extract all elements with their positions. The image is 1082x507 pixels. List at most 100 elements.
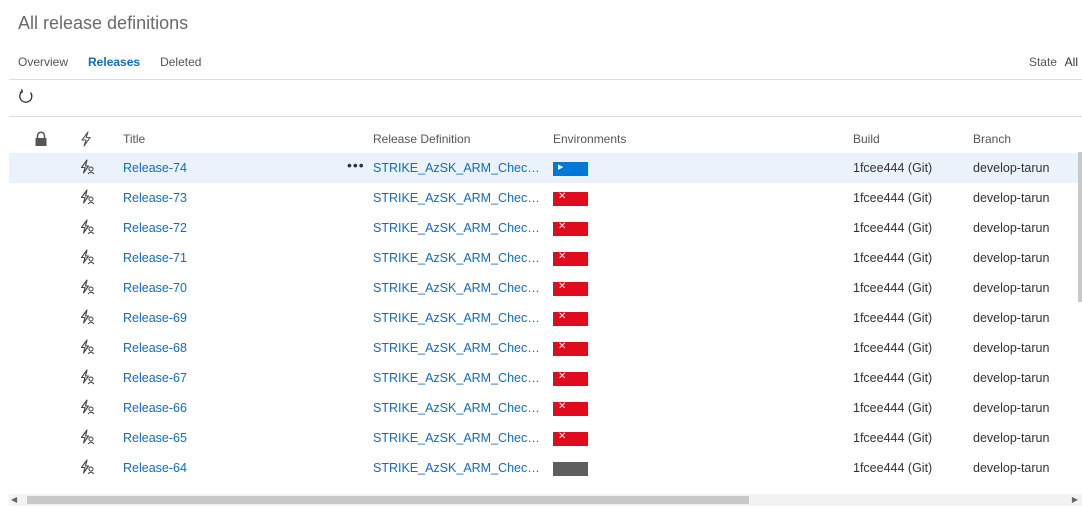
environment-cell <box>553 461 588 479</box>
table-row[interactable]: Release-67 STRIKE_AzSK_ARM_Checker... ✕ 1fc… <box>9 363 1079 393</box>
environment-status-badge[interactable]: ▶ <box>553 162 588 176</box>
environment-cell: ✕ <box>553 221 588 239</box>
column-header-environments[interactable]: Environments <box>553 132 626 146</box>
horizontal-scrollbar[interactable]: ◀ ▶ <box>9 494 1082 506</box>
environment-status-badge[interactable]: ✕ <box>553 221 588 236</box>
release-title-link[interactable]: Release-70 <box>123 281 187 295</box>
release-title-link[interactable]: Release-65 <box>123 431 187 445</box>
branch-cell: develop-tarun <box>973 431 1050 445</box>
state-filter-value[interactable]: All <box>1065 55 1078 69</box>
release-definition-link[interactable]: STRIKE_AzSK_ARM_Checker... <box>373 281 545 295</box>
environment-status-badge[interactable]: ✕ <box>553 251 588 266</box>
build-cell: 1fcee444 (Git) <box>853 221 933 235</box>
release-title-link[interactable]: Release-71 <box>123 251 187 265</box>
table-row[interactable]: Release-72 STRIKE_AzSK_ARM_Checker... ✕ 1fc… <box>9 213 1079 243</box>
release-definition-link[interactable]: STRIKE_AzSK_ARM_Checker... <box>373 191 545 205</box>
branch-cell: develop-tarun <box>973 191 1050 205</box>
more-actions-icon[interactable]: ••• <box>347 157 365 173</box>
environment-cell: ✕ <box>553 371 588 389</box>
release-definition-link[interactable]: STRIKE_AzSK_ARM_Checker... <box>373 311 545 325</box>
failed-icon: ✕ <box>558 341 567 352</box>
branch-cell: develop-tarun <box>973 461 1050 475</box>
failed-icon: ✕ <box>558 311 567 322</box>
environment-status-badge[interactable]: ✕ <box>553 341 588 356</box>
manual-trigger-icon <box>79 459 95 478</box>
manual-trigger-icon <box>79 219 95 238</box>
release-title-link[interactable]: Release-67 <box>123 371 187 385</box>
manual-trigger-icon <box>79 159 95 178</box>
release-title-link[interactable]: Release-66 <box>123 401 187 415</box>
environment-cell: ✕ <box>553 341 588 359</box>
toolbar-divider <box>9 116 1082 117</box>
release-title-link[interactable]: Release-68 <box>123 341 187 355</box>
manual-trigger-icon <box>79 339 95 358</box>
environment-cell: ✕ <box>553 401 588 419</box>
environment-cell: ✕ <box>553 251 588 269</box>
branch-cell: develop-tarun <box>973 221 1050 235</box>
release-title-link[interactable]: Release-72 <box>123 221 187 235</box>
table-row[interactable]: Release-65 STRIKE_AzSK_ARM_Checker... ✕ 1fc… <box>9 423 1079 453</box>
manual-trigger-icon <box>79 399 95 418</box>
table-row[interactable]: Release-71 STRIKE_AzSK_ARM_Checker... ✕ 1fc… <box>9 243 1079 273</box>
manual-trigger-icon <box>79 249 95 268</box>
tab-overview[interactable]: Overview <box>18 55 68 71</box>
horizontal-scrollbar-thumb[interactable] <box>27 496 749 504</box>
environment-status-badge[interactable]: ✕ <box>553 431 588 446</box>
grid-header: Title Release Definition Environments Bu… <box>9 125 1079 153</box>
grid-body: Release-74 ••• STRIKE_AzSK_ARM_Checker... ▶… <box>9 153 1079 483</box>
failed-icon: ✕ <box>558 401 567 412</box>
tab-deleted[interactable]: Deleted <box>160 55 201 71</box>
failed-icon: ✕ <box>558 371 567 382</box>
failed-icon: ✕ <box>558 251 567 262</box>
table-row[interactable]: Release-69 STRIKE_AzSK_ARM_Checker... ✕ 1fc… <box>9 303 1079 333</box>
build-cell: 1fcee444 (Git) <box>853 281 933 295</box>
release-definition-link[interactable]: STRIKE_AzSK_ARM_Checker... <box>373 461 545 475</box>
environment-status-badge[interactable]: ✕ <box>553 371 588 386</box>
release-title-link[interactable]: Release-73 <box>123 191 187 205</box>
release-title-link[interactable]: Release-69 <box>123 311 187 325</box>
scroll-left-arrow-icon[interactable]: ◀ <box>11 495 17 504</box>
table-row[interactable]: Release-64 STRIKE_AzSK_ARM_Checker... 1fce… <box>9 453 1079 483</box>
table-row[interactable]: Release-74 ••• STRIKE_AzSK_ARM_Checker... ▶… <box>9 153 1079 183</box>
refresh-button[interactable] <box>16 87 36 107</box>
release-definition-link[interactable]: STRIKE_AzSK_ARM_Checker... <box>373 401 545 415</box>
environment-cell: ✕ <box>553 191 588 209</box>
environment-status-badge[interactable]: ✕ <box>553 191 588 206</box>
column-header-branch[interactable]: Branch <box>973 132 1011 146</box>
release-title-link[interactable]: Release-74 <box>123 161 187 175</box>
manual-trigger-icon <box>79 369 95 388</box>
column-header-title[interactable]: Title <box>123 132 145 146</box>
branch-cell: develop-tarun <box>973 281 1050 295</box>
environment-status-badge[interactable] <box>553 462 588 476</box>
scroll-right-arrow-icon[interactable]: ▶ <box>1072 495 1078 504</box>
in-progress-icon: ▶ <box>558 164 564 171</box>
release-title-link[interactable]: Release-64 <box>123 461 187 475</box>
release-definition-link[interactable]: STRIKE_AzSK_ARM_Checker... <box>373 431 545 445</box>
column-header-release-definition[interactable]: Release Definition <box>373 132 545 146</box>
release-definition-link[interactable]: STRIKE_AzSK_ARM_Checker... <box>373 161 545 175</box>
environment-cell: ▶ <box>553 161 588 179</box>
environment-status-badge[interactable]: ✕ <box>553 311 588 326</box>
tab-releases[interactable]: Releases <box>88 55 140 71</box>
branch-cell: develop-tarun <box>973 401 1050 415</box>
vertical-scrollbar[interactable] <box>1078 152 1082 302</box>
state-filter[interactable]: State All <box>1029 55 1078 69</box>
page-title: All release definitions <box>18 13 189 33</box>
column-header-build[interactable]: Build <box>853 132 880 146</box>
build-cell: 1fcee444 (Git) <box>853 401 933 415</box>
failed-icon: ✕ <box>558 281 567 292</box>
table-row[interactable]: Release-70 STRIKE_AzSK_ARM_Checker... ✕ 1fc… <box>9 273 1079 303</box>
build-cell: 1fcee444 (Git) <box>853 191 933 205</box>
release-definition-link[interactable]: STRIKE_AzSK_ARM_Checker... <box>373 251 545 265</box>
table-row[interactable]: Release-73 STRIKE_AzSK_ARM_Checker... ✕ 1fc… <box>9 183 1079 213</box>
table-row[interactable]: Release-66 STRIKE_AzSK_ARM_Checker... ✕ 1fc… <box>9 393 1079 423</box>
environment-status-badge[interactable]: ✕ <box>553 281 588 296</box>
table-row[interactable]: Release-68 STRIKE_AzSK_ARM_Checker... ✕ 1fc… <box>9 333 1079 363</box>
branch-cell: develop-tarun <box>973 371 1050 385</box>
release-definition-link[interactable]: STRIKE_AzSK_ARM_Checker... <box>373 221 545 235</box>
environment-status-badge[interactable]: ✕ <box>553 401 588 416</box>
build-cell: 1fcee444 (Git) <box>853 311 933 325</box>
release-definition-link[interactable]: STRIKE_AzSK_ARM_Checker... <box>373 341 545 355</box>
environment-cell: ✕ <box>553 431 588 449</box>
release-definition-link[interactable]: STRIKE_AzSK_ARM_Checker... <box>373 371 545 385</box>
